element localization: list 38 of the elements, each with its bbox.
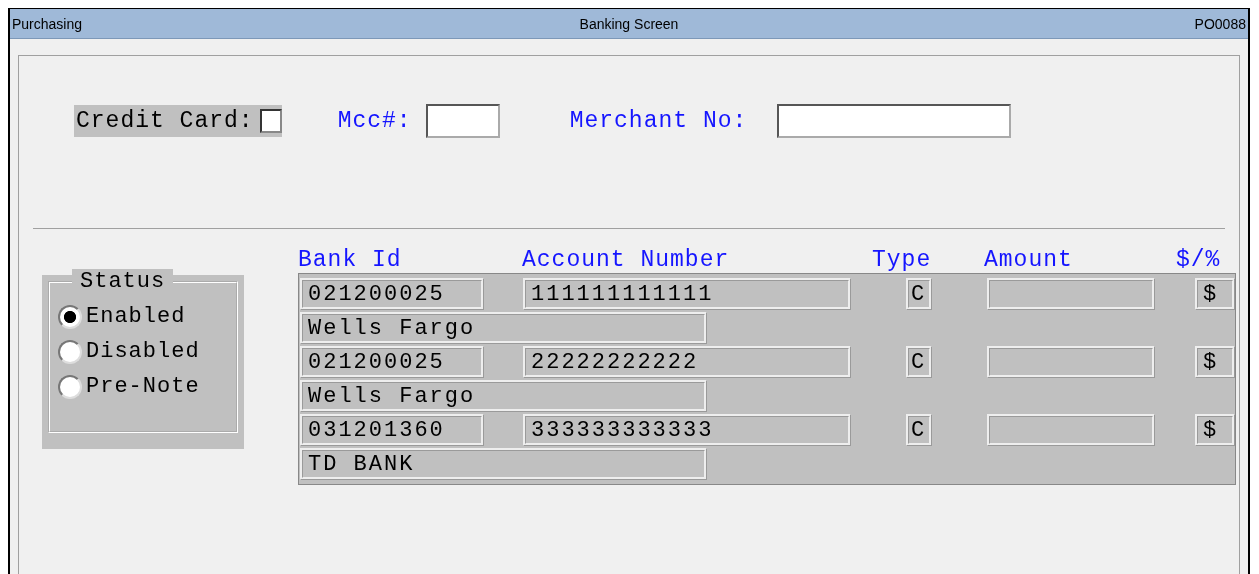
bank-name-field[interactable]: Wells Fargo: [300, 312, 707, 344]
bank-name-field[interactable]: Wells Fargo: [300, 380, 707, 412]
unit-field[interactable]: $: [1195, 346, 1235, 378]
mcc-field[interactable]: [425, 104, 500, 138]
column-header: $/%: [1176, 247, 1221, 273]
bank-id-field[interactable]: 021200025: [300, 346, 484, 378]
screen-code: PO0088: [1193, 15, 1246, 32]
column-header: Amount: [984, 247, 1073, 273]
amount-field[interactable]: [987, 414, 1155, 446]
radio-button[interactable]: [58, 339, 82, 364]
radio-button[interactable]: [58, 374, 82, 399]
account-number-field[interactable]: 22222222222: [523, 346, 851, 378]
amount-field[interactable]: [987, 346, 1155, 378]
column-header: Account Number: [522, 247, 730, 273]
merchant-field[interactable]: [777, 104, 1012, 138]
module-name: Purchasing: [12, 15, 84, 32]
type-field[interactable]: C: [906, 278, 932, 310]
account-number-field[interactable]: 333333333333: [523, 414, 851, 446]
unit-field[interactable]: $: [1195, 414, 1235, 446]
account-number-field[interactable]: 111111111111: [523, 278, 851, 310]
type-field[interactable]: C: [906, 414, 932, 446]
amount-field[interactable]: [987, 278, 1155, 310]
radio-label[interactable]: Enabled: [86, 304, 186, 329]
radio-label[interactable]: Pre-Note: [86, 374, 200, 399]
window-title: Banking Screen: [578, 15, 680, 32]
bank-name-field[interactable]: TD BANK: [300, 448, 707, 480]
mcc-label: Mcc#:: [337, 108, 412, 134]
merchant-label: Merchant No:: [569, 108, 748, 134]
credit-card-label: Credit Card:: [76, 108, 254, 134]
credit-card-checkbox[interactable]: [259, 109, 282, 133]
type-field[interactable]: C: [906, 346, 932, 378]
bank-id-field[interactable]: 021200025: [300, 278, 484, 310]
column-header: Bank Id: [298, 247, 402, 273]
column-header: Type: [872, 247, 932, 273]
radio-label[interactable]: Disabled: [86, 339, 200, 364]
unit-field[interactable]: $: [1195, 278, 1235, 310]
radio-button[interactable]: [58, 304, 82, 329]
bank-id-field[interactable]: 031201360: [300, 414, 484, 446]
